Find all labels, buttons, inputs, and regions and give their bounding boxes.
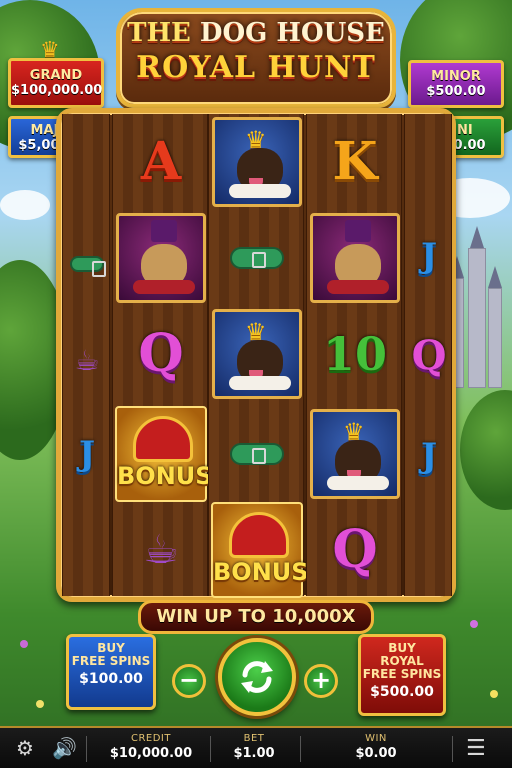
jackpot-minor-label: MINOR <box>431 69 481 84</box>
buy-royal-line3: FREE SPINS <box>362 667 442 681</box>
win-display: WIN $0.00 <box>336 733 416 761</box>
jackpot-minor: MINOR $500.00 <box>408 60 504 108</box>
menu-hamburger-icon[interactable]: ☰ <box>466 736 486 761</box>
bet-display: BET $1.00 <box>214 733 294 761</box>
reel-2: A Q BONUS ☕ <box>112 114 213 596</box>
jackpot-grand-value: $100,000.00 <box>11 83 103 98</box>
symbol-q: Q <box>411 332 447 379</box>
increase-bet-button[interactable]: + <box>304 664 338 698</box>
buy-free-line2: FREE SPINS <box>71 654 151 668</box>
buy-royal-price: $500.00 <box>370 684 434 700</box>
buy-free-price: $100.00 <box>79 671 143 687</box>
title-main: DOG HOUSE <box>199 18 385 48</box>
win-up-to-banner: WIN UP TO 10,000X <box>138 600 374 634</box>
symbol-rottweiler-portrait: ♛ <box>209 114 305 210</box>
sound-speaker-icon[interactable]: 🔊 <box>52 736 77 760</box>
symbol-yorkie-portrait <box>113 210 209 306</box>
credit-value: $10,000.00 <box>109 746 193 761</box>
symbol-collar <box>209 406 305 502</box>
game-title-logo: THE DOG HOUSE ROYAL HUNT <box>116 8 396 108</box>
title-line-1: THE DOG HOUSE <box>120 18 392 48</box>
symbol-j: J <box>420 236 438 276</box>
buy-free-spins-button[interactable]: BUY FREE SPINS $100.00 <box>66 634 156 710</box>
symbol-j: J <box>420 436 438 476</box>
bottom-status-bar: ⚙ 🔊 CREDIT $10,000.00 BET $1.00 WIN $0.0… <box>0 726 512 768</box>
jackpot-grand: GRAND $100,000.00 <box>8 58 104 108</box>
symbol-rottweiler-portrait: ♛ <box>209 306 305 402</box>
symbol-teacup: ☕ <box>143 527 179 573</box>
credit-label: CREDIT <box>130 733 171 744</box>
title-line-2: ROYAL HUNT <box>136 50 376 85</box>
settings-gear-icon[interactable]: ⚙ <box>16 736 34 760</box>
credit-display: CREDIT $10,000.00 <box>96 733 206 761</box>
win-label: WIN <box>365 733 387 744</box>
bet-value: $1.00 <box>233 746 275 761</box>
decrease-bet-button[interactable]: − <box>172 664 206 698</box>
symbol-q: Q <box>138 323 184 384</box>
win-value: $0.00 <box>355 746 397 761</box>
reel-1: ☕ J <box>62 114 110 596</box>
spin-button[interactable] <box>218 638 296 716</box>
symbol-collar <box>209 210 305 306</box>
symbol-bonus: BONUS <box>113 406 213 502</box>
spin-arrows-icon <box>241 661 273 693</box>
symbol-q: Q <box>332 519 378 580</box>
buy-royal-free-spins-button[interactable]: BUY ROYAL FREE SPINS $500.00 <box>358 634 446 716</box>
jackpot-grand-label: GRAND <box>29 68 83 83</box>
title-prefix: THE <box>127 18 191 48</box>
bet-label: BET <box>243 733 265 744</box>
symbol-a: A <box>140 131 182 192</box>
reel-5: J Q J <box>404 114 452 596</box>
reel-3: ♛ ♛ BONUS <box>208 114 309 598</box>
symbol-bonus: BONUS <box>209 502 309 598</box>
symbol-k: K <box>332 131 378 192</box>
jackpot-minor-value: $500.00 <box>426 84 486 99</box>
